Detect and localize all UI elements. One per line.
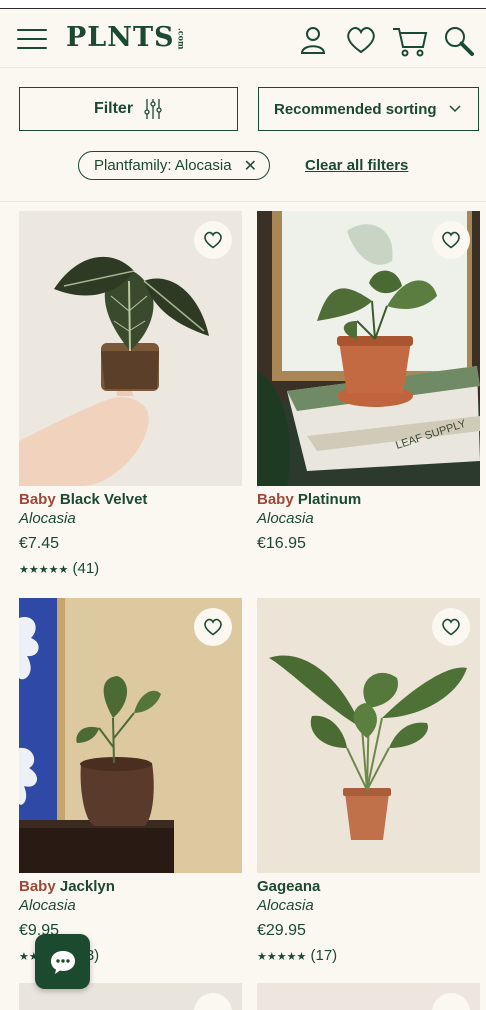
product-name[interactable]: Gageana xyxy=(257,878,480,896)
wishlist-icon[interactable] xyxy=(344,24,376,56)
clear-all-filters-link[interactable]: Clear all filters xyxy=(305,157,408,174)
product-name[interactable]: Baby Jacklyn xyxy=(19,878,242,896)
chat-button[interactable] xyxy=(35,934,90,989)
wishlist-heart-button[interactable] xyxy=(194,608,232,646)
active-filter-label: Plantfamily: Alocasia xyxy=(94,157,232,174)
product-image[interactable] xyxy=(19,598,242,873)
filter-sliders-icon xyxy=(144,99,162,119)
account-icon[interactable] xyxy=(297,24,329,56)
product-card[interactable]: LEAF SUPPLY Baby Platinum Alocasia €16.9… xyxy=(257,211,480,554)
wishlist-heart-button[interactable] xyxy=(432,608,470,646)
wishlist-heart-button[interactable] xyxy=(432,993,470,1010)
product-rating: ★★★★★ (17) xyxy=(257,947,338,964)
cart-icon[interactable] xyxy=(391,24,429,57)
close-icon[interactable]: ✕ xyxy=(244,156,257,176)
product-card[interactable]: Gageana Alocasia €29.95 ★★★★★ (17) xyxy=(257,598,480,966)
rating-stars-icon: ★★★★★ xyxy=(257,951,307,963)
product-name[interactable]: Baby Platinum xyxy=(257,491,480,509)
product-image[interactable]: LEAF SUPPLY xyxy=(257,211,480,486)
wishlist-heart-button[interactable] xyxy=(432,221,470,259)
site-logo[interactable]: PLNTS .com xyxy=(66,22,187,53)
product-price: €7.45 xyxy=(19,535,60,552)
menu-icon[interactable] xyxy=(17,27,47,51)
product-genus: Alocasia xyxy=(257,897,314,914)
wishlist-heart-button[interactable] xyxy=(194,221,232,259)
product-card[interactable]: Baby Black Velvet Alocasia €7.45 ★★★★★ (… xyxy=(19,211,242,579)
product-card[interactable]: Baby Jacklyn Alocasia €9.95 ★★★★★ (13) xyxy=(19,598,242,966)
product-image[interactable] xyxy=(257,598,480,873)
wishlist-heart-button[interactable] xyxy=(194,993,232,1010)
product-price: €16.95 xyxy=(257,535,306,552)
product-genus: Alocasia xyxy=(257,510,314,527)
site-header: PLNTS .com xyxy=(0,10,486,68)
product-image[interactable] xyxy=(19,211,242,486)
rating-stars-icon: ★★★★★ xyxy=(19,564,69,576)
active-filter-chip: Plantfamily: Alocasia ✕ xyxy=(78,151,270,180)
filter-button[interactable]: Filter xyxy=(19,87,238,131)
filter-button-label: Filter xyxy=(93,100,134,117)
sort-select[interactable]: Recommended sorting xyxy=(258,87,479,131)
filter-bar: Filter Recommended sorting Plantfamily: … xyxy=(0,69,486,201)
sort-select-label: Recommended sorting xyxy=(274,100,437,118)
chat-bubble-icon xyxy=(50,950,75,974)
product-image-partial[interactable] xyxy=(257,983,480,1010)
product-grid: Baby Black Velvet Alocasia €7.45 ★★★★★ (… xyxy=(0,201,486,1010)
product-genus: Alocasia xyxy=(19,897,76,914)
product-price: €29.95 xyxy=(257,922,306,939)
product-rating: ★★★★★ (41) xyxy=(19,560,100,577)
browser-top-strip xyxy=(0,0,486,9)
product-name[interactable]: Baby Black Velvet xyxy=(19,491,242,509)
search-icon[interactable] xyxy=(442,24,474,56)
chevron-down-icon xyxy=(449,105,461,113)
product-genus: Alocasia xyxy=(19,510,76,527)
